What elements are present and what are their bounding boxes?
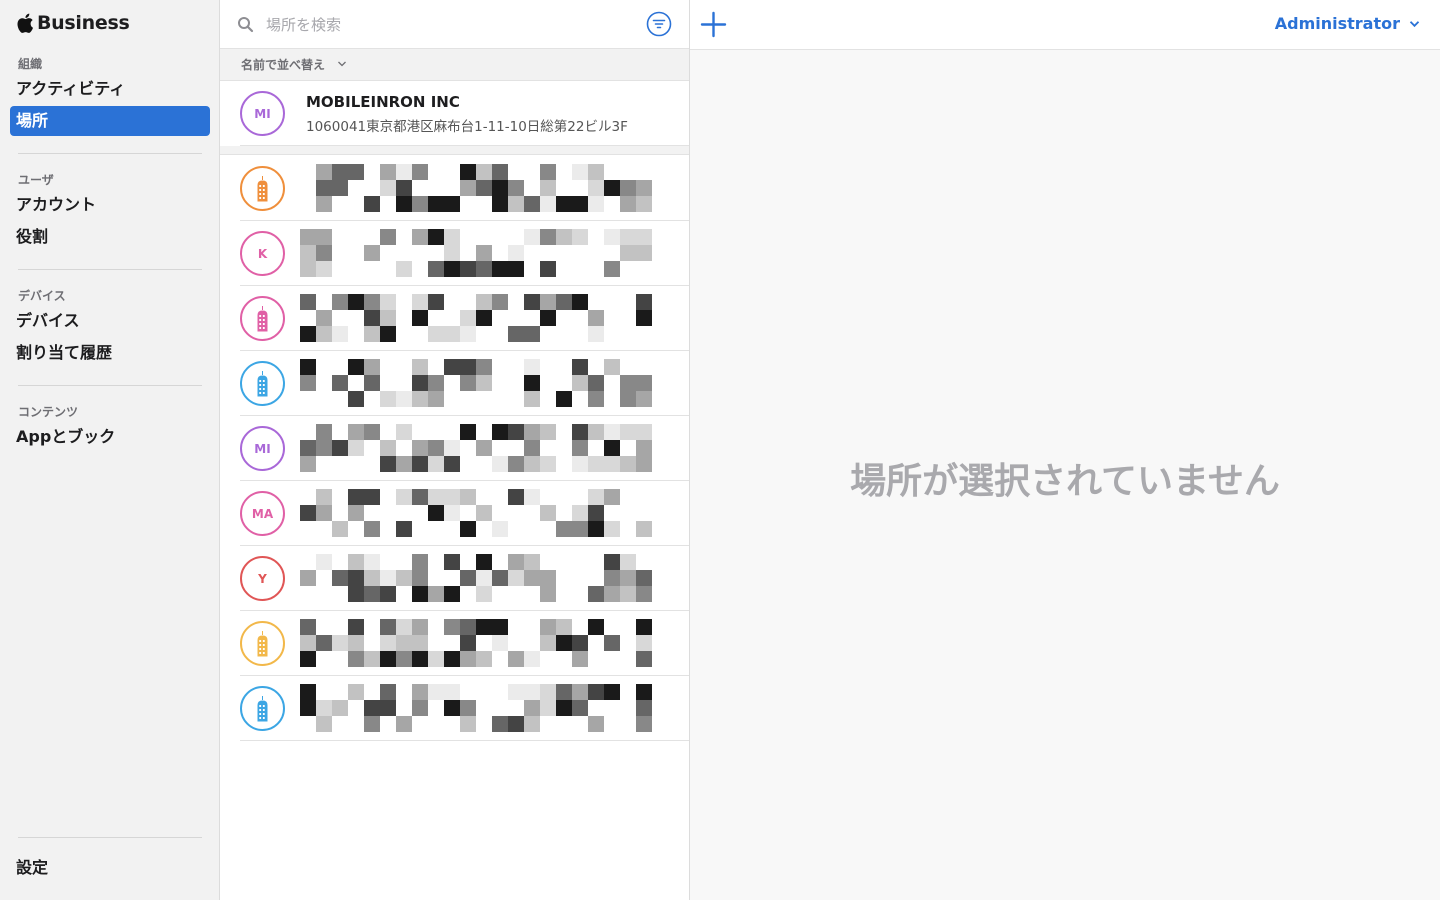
empty-state-message: 場所が選択されていません <box>850 461 1280 502</box>
filter-icon[interactable] <box>646 11 672 37</box>
location-row[interactable] <box>240 676 689 741</box>
building-icon <box>257 370 268 396</box>
avatar-initials: Y <box>258 571 267 586</box>
plus-icon[interactable] <box>700 11 727 38</box>
search-bar <box>220 0 689 49</box>
chevron-down-icon <box>338 61 346 67</box>
avatar-initials: MA <box>251 506 274 521</box>
sidebar-item-locations[interactable]: 場所 <box>10 106 210 136</box>
avatar-initials: MI <box>254 441 271 456</box>
location-row[interactable] <box>240 611 689 676</box>
building-icon <box>257 305 268 331</box>
sidebar-item-settings[interactable]: 設定 <box>10 853 210 883</box>
location-initials-avatar: MI <box>240 426 285 471</box>
location-initials-avatar: Y <box>240 556 285 601</box>
redacted-location-text <box>300 290 660 346</box>
location-name: MOBILEINRON INC <box>306 93 460 111</box>
search-input[interactable] <box>264 12 628 38</box>
sidebar-item-accounts[interactable]: アカウント <box>10 190 210 220</box>
avatar-initials: MI <box>254 106 271 121</box>
brand[interactable]: Business <box>16 12 130 34</box>
list-separator-band <box>220 146 689 155</box>
sidebar-divider <box>18 837 202 838</box>
location-row[interactable] <box>240 286 689 351</box>
redacted-location-text <box>300 225 660 281</box>
redacted-location-text <box>300 485 660 541</box>
redacted-location-text <box>300 615 660 671</box>
location-row[interactable] <box>240 156 689 221</box>
section-label-content: コンテンツ <box>18 405 79 419</box>
redacted-location-text <box>300 160 660 216</box>
location-row[interactable]: Y <box>240 546 689 611</box>
location-avatar <box>240 361 285 406</box>
search-icon <box>238 17 254 33</box>
location-row[interactable]: K <box>240 221 689 286</box>
sidebar-item-assignment-history[interactable]: 割り当て履歴 <box>10 338 210 368</box>
detail-toolbar: Administrator <box>690 0 1440 50</box>
location-avatar <box>240 686 285 731</box>
redacted-location-text <box>300 355 660 411</box>
building-icon <box>257 630 268 656</box>
sidebar-divider <box>18 269 202 270</box>
redacted-location-text <box>300 680 660 736</box>
location-row[interactable] <box>240 351 689 416</box>
avatar-initials: K <box>257 246 268 261</box>
sidebar-divider <box>18 153 202 154</box>
location-initials-avatar: MI <box>240 91 285 136</box>
building-icon <box>257 175 268 201</box>
detail-pane: Administrator 場所が選択されていません <box>690 0 1440 900</box>
location-initials-avatar: MA <box>240 491 285 536</box>
sidebar-item-activity[interactable]: アクティビティ <box>10 74 210 104</box>
chevron-down-icon <box>1409 20 1420 27</box>
account-name: Administrator <box>1274 14 1400 33</box>
location-avatar <box>240 296 285 341</box>
sidebar-item-devices[interactable]: デバイス <box>10 306 210 336</box>
sidebar: Business 組織 アクティビティ 場所 ユーザ アカウント 役割 デバイス… <box>0 0 220 900</box>
location-avatar <box>240 621 285 666</box>
account-menu-button[interactable]: Administrator <box>1275 14 1420 33</box>
sort-label[interactable]: 名前で並べ替え <box>241 56 325 73</box>
apple-logo-icon <box>17 13 33 33</box>
section-label-users: ユーザ <box>18 173 54 187</box>
section-label-devices: デバイス <box>18 289 66 303</box>
section-label-organization: 組織 <box>18 57 43 71</box>
brand-name: Business <box>37 12 130 34</box>
location-address: 1060041東京都港区麻布台1-11-10日総第22ビル3F <box>306 119 628 135</box>
location-row[interactable]: MI <box>240 416 689 481</box>
sidebar-divider <box>18 385 202 386</box>
location-avatar <box>240 166 285 211</box>
location-initials-avatar: K <box>240 231 285 276</box>
sidebar-item-apps-and-books[interactable]: Appとブック <box>10 422 210 452</box>
locations-list-pane: 名前で並べ替え MI MOBILEINRON INC 1060041東京都港区麻布台… <box>220 0 690 900</box>
location-row[interactable]: MA <box>240 481 689 546</box>
sort-bar[interactable]: 名前で並べ替え <box>220 49 689 81</box>
sidebar-item-roles[interactable]: 役割 <box>10 222 210 252</box>
redacted-location-text <box>300 550 660 606</box>
redacted-location-text <box>300 420 660 476</box>
location-row[interactable]: MI MOBILEINRON INC 1060041東京都港区麻布台1-11-10日… <box>240 81 689 146</box>
building-icon <box>257 695 268 721</box>
